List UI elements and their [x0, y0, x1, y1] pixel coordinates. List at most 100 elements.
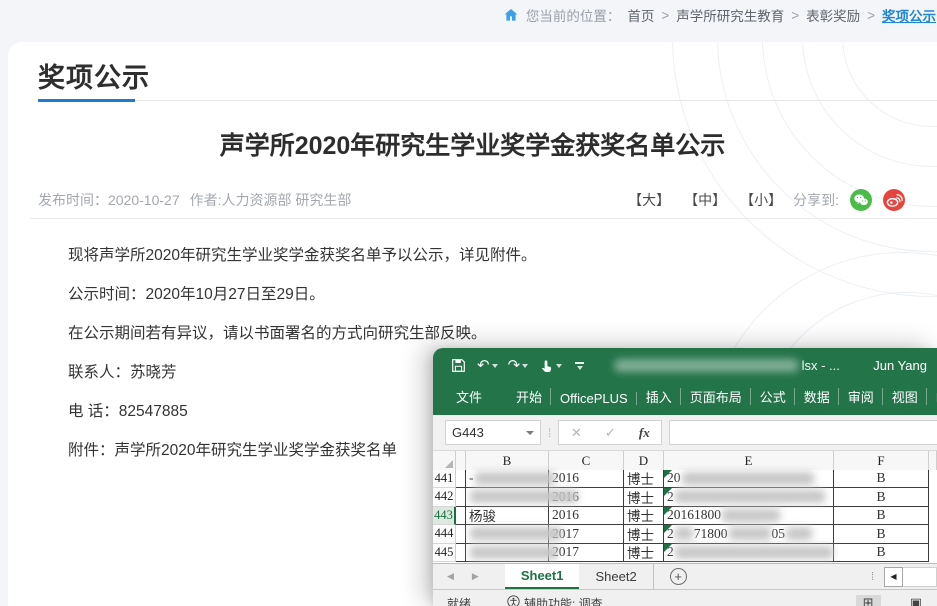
column-header-a[interactable]	[456, 451, 466, 471]
row-header-443[interactable]: 443	[433, 507, 456, 526]
tabbar-resize-handle[interactable]: ⁞	[871, 571, 874, 583]
cell-b443[interactable]: 杨骏	[466, 507, 549, 526]
cell-b444[interactable]	[466, 525, 549, 544]
article-paragraph: 公示时间：2020年10月27日至29日。	[68, 284, 688, 306]
weibo-share-icon[interactable]	[883, 189, 905, 211]
save-icon[interactable]	[447, 357, 470, 374]
horizontal-scrollbar[interactable]	[903, 567, 937, 587]
cell-b445[interactable]	[466, 544, 549, 563]
font-size-button[interactable]: 【小】	[740, 190, 782, 210]
insert-function-icon[interactable]: fx	[639, 425, 650, 441]
undo-icon[interactable]: ↶	[474, 358, 501, 373]
column-header-c[interactable]: C	[549, 451, 624, 471]
row-header-444[interactable]: 444	[433, 525, 456, 544]
accessibility-status[interactable]: 辅助功能: 调查	[507, 595, 603, 606]
cell-f441[interactable]: B	[834, 470, 929, 489]
cell-d441[interactable]: 博士	[624, 470, 664, 489]
breadcrumb-item[interactable]: 声学所研究生教育	[676, 5, 784, 25]
breadcrumb-item[interactable]: 奖项公示	[882, 5, 936, 25]
breadcrumb-separator: >	[867, 8, 875, 23]
column-header-g[interactable]	[929, 451, 937, 471]
ribbon-tab-file[interactable]: 文件	[447, 385, 491, 408]
column-header-b[interactable]: B	[466, 451, 549, 471]
cell-d443[interactable]: 博士	[624, 507, 664, 526]
ribbon-tab-8[interactable]: 视图	[883, 385, 927, 408]
decor-circle	[672, 42, 937, 297]
ribbon-tab-6[interactable]: 数据	[795, 385, 839, 408]
formula-bar-handle[interactable]: ⁞	[548, 428, 551, 438]
row-header-442[interactable]: 442	[433, 488, 456, 507]
row-header-445[interactable]: 445	[433, 544, 456, 563]
normal-view-icon[interactable]: ⊞	[856, 595, 881, 606]
cell-g443[interactable]	[929, 507, 937, 526]
cell-e444[interactable]: 27180005	[664, 525, 834, 544]
cell-e443[interactable]: 20161800	[664, 507, 834, 526]
cell-a441[interactable]	[456, 470, 466, 489]
column-header-e[interactable]: E	[664, 451, 834, 471]
sheet-tab-sheet1[interactable]: Sheet1	[505, 564, 580, 589]
ribbon-tab-9[interactable]: PDF工具箱	[927, 385, 937, 408]
cell-f443[interactable]: B	[834, 507, 929, 526]
cell-d445[interactable]: 博士	[624, 544, 664, 563]
cell-a444[interactable]	[456, 525, 466, 544]
cell-e442[interactable]: 2	[664, 488, 834, 507]
new-sheet-button[interactable]: +	[670, 568, 687, 585]
font-size-button[interactable]: 【中】	[684, 190, 726, 210]
cell-f445[interactable]: B	[834, 544, 929, 563]
cell-c441[interactable]: 2016	[549, 470, 624, 489]
scroll-left-icon[interactable]: ◀	[884, 567, 903, 587]
redacted-text	[722, 509, 780, 522]
cell-g444[interactable]	[929, 525, 937, 544]
row-header-441[interactable]: 441	[433, 470, 456, 489]
enter-icon[interactable]: ✓	[605, 425, 616, 441]
ribbon-tab-1[interactable]: 开始	[507, 385, 551, 408]
cell-f444[interactable]: B	[834, 525, 929, 544]
account-user-name[interactable]: Jun Yang	[873, 358, 927, 373]
cell-g442[interactable]	[929, 488, 937, 507]
name-box[interactable]: G443	[445, 420, 541, 445]
font-size-button[interactable]: 【大】	[628, 190, 670, 210]
formula-input[interactable]	[669, 420, 937, 445]
status-ready: 就绪	[447, 595, 471, 606]
cell-a445[interactable]	[456, 544, 466, 563]
cell-g441[interactable]	[929, 470, 937, 489]
select-all-corner[interactable]	[433, 451, 456, 471]
cell-c443[interactable]: 2016	[549, 507, 624, 526]
cancel-icon[interactable]: ✕	[571, 425, 582, 441]
cell-e445[interactable]: 2	[664, 544, 834, 563]
breadcrumb-item[interactable]: 首页	[627, 5, 654, 25]
decor-circle	[762, 42, 937, 207]
cell-f442[interactable]: B	[834, 488, 929, 507]
cell-g445[interactable]	[929, 544, 937, 563]
cell-a442[interactable]	[456, 488, 466, 507]
cell-text: B	[876, 507, 885, 523]
ribbon-tab-2[interactable]: OfficePLUS	[551, 389, 637, 408]
attachment-link[interactable]: 声学所2020年研究生学业奖学金获奖名单	[115, 442, 397, 459]
sheet-tab-sheet2[interactable]: Sheet2	[579, 564, 653, 589]
cell-e441[interactable]: 20	[664, 470, 834, 489]
cell-b442[interactable]	[466, 488, 549, 507]
redacted-text	[470, 546, 558, 559]
cell-d442[interactable]: 博士	[624, 488, 664, 507]
sheet-nav-right-icon[interactable]: ▶	[472, 571, 479, 582]
page-layout-view-icon[interactable]: ▣	[903, 595, 929, 606]
ribbon-tab-3[interactable]: 插入	[637, 385, 681, 408]
breadcrumb: 您当前的位置： 首页>声学所研究生教育>表彰奖励>奖项公示	[0, 0, 937, 30]
cell-text: 2	[667, 544, 674, 560]
breadcrumb-item[interactable]: 表彰奖励	[806, 5, 860, 25]
cell-c445[interactable]: 2017	[549, 544, 624, 563]
cell-a443[interactable]	[456, 507, 466, 526]
sheet-nav-left-icon[interactable]: ◀	[447, 571, 454, 582]
home-icon[interactable]	[503, 7, 519, 23]
filename-suffix: lsx - ...	[802, 358, 840, 373]
ribbon-tab-5[interactable]: 公式	[751, 385, 795, 408]
touch-mode-icon[interactable]	[535, 358, 565, 374]
customize-toolbar-icon[interactable]	[575, 362, 584, 370]
cell-b441[interactable]: -	[466, 470, 549, 489]
wechat-share-icon[interactable]	[850, 189, 872, 211]
ribbon-tab-4[interactable]: 页面布局	[681, 385, 751, 408]
column-header-f[interactable]: F	[834, 451, 929, 471]
cell-d444[interactable]: 博士	[624, 525, 664, 544]
redo-icon[interactable]: ↷	[505, 358, 532, 373]
ribbon-tab-7[interactable]: 审阅	[839, 385, 883, 408]
